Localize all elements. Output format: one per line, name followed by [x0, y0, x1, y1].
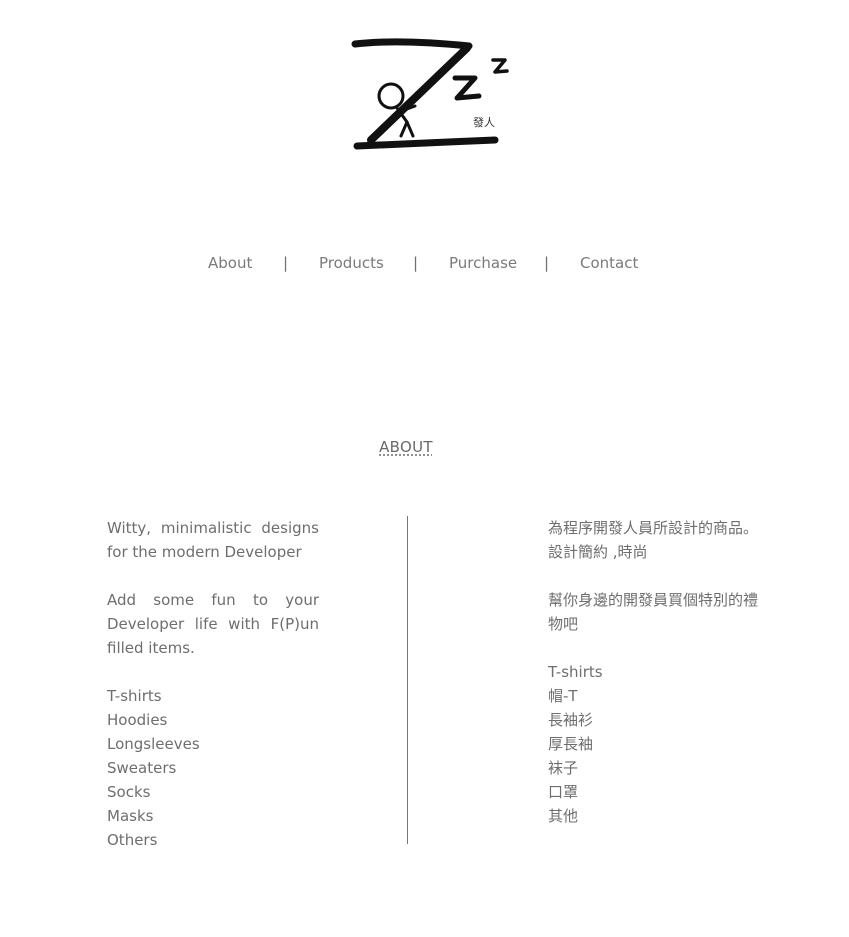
nav-separator: | [413, 254, 419, 272]
chinese-product-list: T-shirts 帽-T 長袖衫 厚長袖 袜子 口罩 其他 [548, 660, 762, 828]
nav-separator: | [544, 254, 550, 272]
english-pitch: Add some fun to your Developer life with… [107, 591, 319, 657]
list-item: Longsleeves [107, 735, 200, 753]
list-item: 其他 [548, 807, 579, 825]
list-item: Others [107, 831, 158, 849]
list-item: Socks [107, 783, 151, 801]
main-nav: About | Products | Purchase | Contact [0, 254, 849, 276]
nav-separator: | [283, 254, 289, 272]
list-item: Masks [107, 807, 154, 825]
list-item: 長袖衫 [548, 711, 594, 729]
nav-link-products[interactable]: Products [319, 254, 384, 272]
nav-link-about[interactable]: About [208, 254, 252, 272]
chinese-tagline: 為程序開發人員所設計的商品。 設計簡約 ,時尚 [548, 519, 759, 561]
zzz-sleeping-figure-logo [351, 38, 509, 150]
list-item: 袜子 [548, 759, 579, 777]
list-item: Sweaters [107, 759, 177, 777]
brand-logo[interactable]: 發人 [349, 36, 513, 156]
english-product-list: T-shirts Hoodies Longsleeves Sweaters So… [107, 684, 319, 852]
chinese-pitch: 幫你身邊的開發員買個特別的禮物吧 [548, 591, 759, 633]
english-tagline: Witty, minimalistic designs for the mode… [107, 519, 319, 561]
about-english-column: Witty, minimalistic designs for the mode… [107, 516, 319, 852]
list-item: 口罩 [548, 783, 579, 801]
list-item: 厚長袖 [548, 735, 594, 753]
list-item: T-shirts [548, 663, 603, 681]
logo-signature: 發人 [473, 116, 495, 129]
column-divider [407, 516, 408, 844]
nav-link-purchase[interactable]: Purchase [449, 254, 517, 272]
list-item: T-shirts [107, 687, 162, 705]
about-chinese-column: 為程序開發人員所設計的商品。 設計簡約 ,時尚 幫你身邊的開發員買個特別的禮物吧… [548, 516, 762, 828]
list-item: Hoodies [107, 711, 168, 729]
list-item: 帽-T [548, 687, 578, 705]
nav-link-contact[interactable]: Contact [580, 254, 638, 272]
about-section-title: ABOUT [379, 438, 433, 456]
